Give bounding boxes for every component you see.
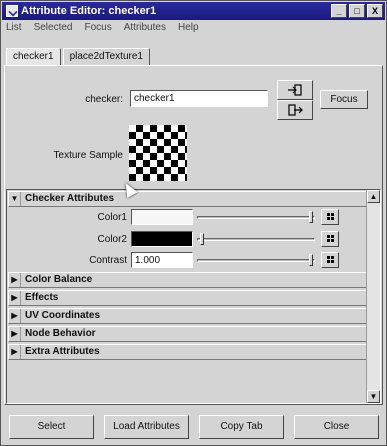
section-checker-attributes[interactable]: ▼ Checker Attributes bbox=[8, 191, 367, 207]
color1-map-button[interactable] bbox=[321, 209, 339, 225]
node-name-label: checker: bbox=[85, 94, 123, 105]
color1-slider[interactable] bbox=[197, 211, 315, 223]
slider-thumb[interactable] bbox=[309, 211, 313, 223]
menu-bar: List Selected Focus Attributes Help bbox=[5, 22, 200, 36]
section-extra-attributes[interactable]: ▶ Extra Attributes bbox=[8, 344, 367, 360]
section-label: Node Behavior bbox=[25, 328, 96, 339]
color2-label: Color2 bbox=[97, 234, 127, 245]
section-effects[interactable]: ▶ Effects bbox=[8, 290, 367, 306]
menu-help[interactable]: Help bbox=[177, 22, 200, 36]
section-node-behavior[interactable]: ▶ Node Behavior bbox=[8, 326, 367, 342]
load-attributes-button[interactable]: Load Attributes bbox=[104, 415, 189, 439]
tab-checker1[interactable]: checker1 bbox=[6, 48, 61, 66]
slider-track bbox=[197, 259, 315, 262]
slider-thumb[interactable] bbox=[200, 233, 204, 245]
contrast-label: Contrast bbox=[89, 255, 127, 266]
section-label: Effects bbox=[25, 292, 59, 303]
attribute-editor-window: Attribute Editor: checker1 _ □ X List Se… bbox=[0, 0, 387, 446]
section-label: Checker Attributes bbox=[25, 193, 115, 204]
texture-sample-label: Texture Sample bbox=[53, 150, 123, 161]
section-uv-coordinates[interactable]: ▶ UV Coordinates bbox=[8, 308, 367, 324]
scroll-up-arrow-icon[interactable]: ▲ bbox=[367, 190, 380, 203]
tab-place2dtexture1[interactable]: place2dTexture1 bbox=[62, 48, 150, 66]
contrast-field[interactable]: 1.000 bbox=[131, 252, 193, 268]
triangle-right-icon: ▶ bbox=[9, 345, 21, 359]
texture-sample-swatch[interactable] bbox=[129, 125, 187, 181]
node-tabs: checker1 place2dTexture1 bbox=[6, 48, 152, 66]
contrast-map-button[interactable] bbox=[321, 252, 339, 268]
triangle-right-icon: ▶ bbox=[9, 309, 21, 323]
window-title: Attribute Editor: checker1 bbox=[21, 5, 157, 17]
close-button[interactable]: Close bbox=[294, 415, 379, 439]
bottom-button-bar: Select Load Attributes Copy Tab Close bbox=[1, 409, 386, 445]
select-button[interactable]: Select bbox=[9, 415, 94, 439]
slider-track bbox=[197, 216, 315, 219]
copy-tab-button[interactable]: Copy Tab bbox=[199, 415, 284, 439]
menu-attributes[interactable]: Attributes bbox=[123, 22, 167, 36]
vertical-scrollbar[interactable]: ▲ ▼ bbox=[366, 190, 380, 403]
menu-list[interactable]: List bbox=[5, 22, 23, 36]
maximize-button[interactable]: □ bbox=[349, 4, 365, 18]
menu-selected[interactable]: Selected bbox=[33, 22, 74, 36]
maya-app-icon bbox=[6, 5, 18, 17]
color1-label: Color1 bbox=[97, 212, 127, 223]
triangle-right-icon: ▶ bbox=[9, 291, 21, 305]
input-connections-icon bbox=[288, 84, 302, 96]
input-connections-button[interactable] bbox=[277, 80, 313, 100]
slider-track bbox=[197, 238, 315, 241]
scroll-down-arrow-icon[interactable]: ▼ bbox=[367, 390, 380, 403]
color2-swatch[interactable] bbox=[131, 231, 193, 247]
output-connections-icon bbox=[288, 104, 303, 116]
menu-focus[interactable]: Focus bbox=[83, 22, 112, 36]
triangle-right-icon: ▶ bbox=[9, 327, 21, 341]
focus-button[interactable]: Focus bbox=[320, 90, 368, 109]
color1-swatch[interactable] bbox=[131, 209, 193, 225]
triangle-right-icon: ▶ bbox=[9, 273, 21, 287]
attributes-scroll-area[interactable]: ▼ Checker Attributes Color1 Color2 Contra… bbox=[6, 189, 381, 404]
slider-thumb[interactable] bbox=[309, 254, 313, 266]
section-label: Color Balance bbox=[25, 274, 93, 285]
color2-slider[interactable] bbox=[197, 233, 315, 245]
contrast-slider[interactable] bbox=[197, 254, 315, 266]
section-color-balance[interactable]: ▶ Color Balance bbox=[8, 272, 367, 288]
section-label: UV Coordinates bbox=[25, 310, 101, 321]
triangle-down-icon: ▼ bbox=[9, 192, 21, 206]
section-label: Extra Attributes bbox=[25, 346, 100, 357]
node-name-field[interactable]: checker1 bbox=[130, 90, 268, 107]
output-connections-button[interactable] bbox=[277, 100, 313, 120]
color2-map-button[interactable] bbox=[321, 231, 339, 247]
close-window-button[interactable]: X bbox=[367, 4, 383, 18]
title-bar[interactable]: Attribute Editor: checker1 _ □ X bbox=[2, 2, 385, 20]
minimize-button[interactable]: _ bbox=[331, 4, 347, 18]
